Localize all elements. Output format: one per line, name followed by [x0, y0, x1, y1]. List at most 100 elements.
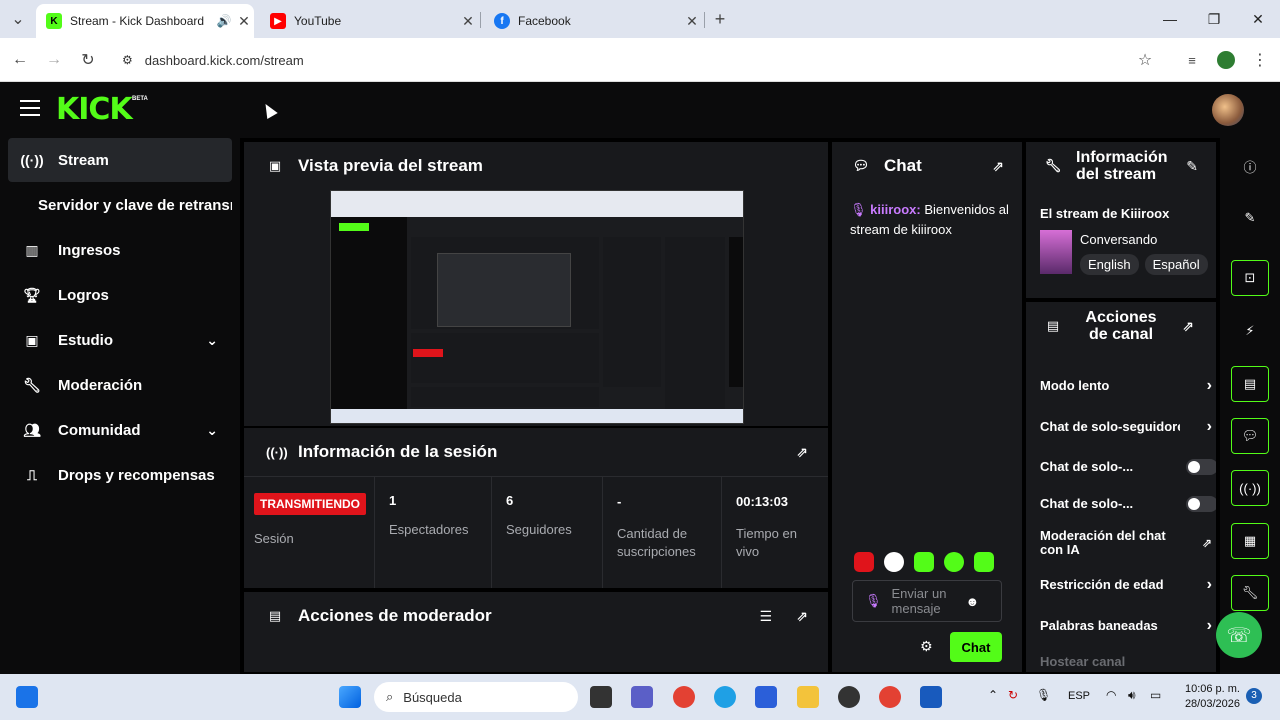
start-icon[interactable] [339, 686, 361, 708]
sidebar-item-comunidad[interactable]: 👥︎ Comunidad ⌄ [8, 408, 232, 452]
kick-logo[interactable]: KICK [56, 92, 133, 127]
wifi-icon[interactable]: ◠ [1106, 688, 1116, 702]
sidebar-item-label: Comunidad [58, 421, 141, 439]
emote-ghost-icon[interactable] [884, 552, 904, 572]
stat-followers: 6 Seguidores [492, 477, 603, 588]
edit-pencil-icon[interactable]: ✎ [1231, 200, 1269, 236]
tab-list-chevron-icon[interactable]: ⌄ [6, 7, 30, 31]
chrome-profile-icon[interactable] [879, 686, 901, 708]
popout-icon[interactable]: ⇗ [1182, 318, 1194, 335]
browser-menu-icon[interactable]: ⋮ [1248, 48, 1272, 72]
sidebar-item-ingresos[interactable]: ▥ Ingresos [8, 228, 232, 272]
sidebar-item-estudio[interactable]: ▣ Estudio ⌄ [8, 318, 232, 362]
store-icon[interactable] [755, 686, 777, 708]
chat-input[interactable]: 🎙︎ Enviar un mensaje ☻ [852, 580, 1002, 622]
tag[interactable]: Español [1144, 254, 1208, 275]
teams-icon[interactable] [631, 686, 653, 708]
site-info-icon[interactable]: ⚙ [122, 53, 133, 67]
slow-mode-row[interactable]: Modo lento › [1040, 377, 1212, 394]
avatar[interactable] [1212, 94, 1244, 126]
community-icon: 👥︎ [23, 421, 41, 438]
speaker-icon[interactable]: 🔊 [214, 14, 234, 28]
popout-icon[interactable]: ⇗ [796, 444, 808, 461]
bookmark-star-icon[interactable]: ☆ [1133, 48, 1157, 72]
emote-cup-icon[interactable] [974, 552, 994, 572]
toggle-switch[interactable] [1186, 458, 1216, 475]
followers-only-row[interactable]: Chat de solo-seguidores › [1040, 418, 1212, 435]
row-label: Chat de solo-... [1040, 459, 1134, 474]
close-window-icon[interactable]: ✕ [1236, 0, 1280, 38]
date-text: 28/03/2026 [1184, 698, 1240, 710]
edge-icon[interactable] [714, 686, 736, 708]
broadcast-icon[interactable]: ((·)) [1231, 470, 1269, 506]
row-label: Restricción de edad [1040, 577, 1164, 592]
close-tab-icon[interactable]: ✕ [234, 13, 254, 30]
task-view-icon[interactable] [590, 686, 612, 708]
chat-send-button[interactable]: Chat [950, 632, 1002, 662]
chat-username[interactable]: kiiiroox: [870, 202, 921, 217]
file-explorer-icon[interactable] [797, 686, 819, 708]
lightning-icon[interactable]: ⚡︎ [1231, 313, 1269, 349]
language-indicator[interactable]: ESP [1068, 690, 1090, 702]
taskbar-search[interactable]: ⌕ Búsqueda [374, 682, 578, 712]
host-channel-row[interactable]: Hostear canal [1040, 654, 1204, 669]
emote-angry-icon[interactable] [854, 552, 874, 572]
sync-icon[interactable]: ↻ [1008, 688, 1018, 702]
tab-facebook[interactable]: f Facebook ✕ [484, 4, 702, 38]
notes-icon[interactable]: ▤ [1231, 366, 1269, 402]
mic-icon[interactable]: 🎙︎ [1036, 688, 1051, 702]
tray-chevron-up-icon[interactable]: ⌃ [988, 688, 998, 702]
minimize-icon[interactable]: — [1148, 0, 1192, 38]
sidebar-item-drops[interactable]: ⎍ Drops y recompensas [8, 453, 232, 497]
tab-kick[interactable]: K Stream - Kick Dashboard 🔊 ✕ [36, 4, 254, 38]
help-chat-icon[interactable]: ☏ [1216, 612, 1262, 658]
new-tab-icon[interactable]: + [708, 7, 732, 31]
popout-icon[interactable]: ⇗ [796, 608, 808, 625]
profile-icon[interactable] [1214, 48, 1238, 72]
tab-title: Facebook [518, 14, 571, 28]
media-control-icon[interactable]: ≡ [1180, 48, 1204, 72]
notification-badge[interactable]: 3 [1246, 688, 1262, 704]
sidebar-item-server-key[interactable]: Servidor y clave de retransmisión [8, 183, 232, 227]
stream-preview-video[interactable] [330, 190, 744, 424]
tag[interactable]: English [1080, 254, 1139, 275]
wrench-icon[interactable]: 🔧︎ [1231, 575, 1269, 611]
emote-green-icon[interactable] [914, 552, 934, 572]
chat-icon[interactable]: 💬︎ [1231, 418, 1269, 454]
app-icon[interactable] [838, 686, 860, 708]
restore-icon[interactable]: ❐ [1192, 0, 1236, 38]
emote-smile-icon[interactable] [944, 552, 964, 572]
menu-icon[interactable] [20, 100, 40, 116]
address-bar: ← → ↻ ⚙ dashboard.kick.com/stream ☆ ≡ ⋮ [0, 38, 1280, 82]
sidebar-item-logros[interactable]: 🏆︎ Logros [8, 273, 232, 317]
layout-icon[interactable]: ▦ [1231, 523, 1269, 559]
reload-icon[interactable]: ↻ [76, 48, 100, 72]
sidebar-item-stream[interactable]: ((·)) Stream [8, 138, 232, 182]
url-field[interactable]: ⚙ dashboard.kick.com/stream [112, 44, 1172, 76]
info-icon[interactable]: ⓘ [1231, 148, 1269, 184]
clock[interactable]: 10:06 p. m. 28/03/2026 [1180, 682, 1240, 712]
emoji-icon[interactable]: ☻ [966, 594, 980, 609]
filter-icon[interactable]: ☰ [759, 608, 772, 625]
forward-icon[interactable]: → [42, 48, 66, 72]
tab-youtube[interactable]: ▶ YouTube ✕ [260, 4, 478, 38]
banned-words-row[interactable]: Palabras baneadas › [1040, 617, 1212, 634]
widgets-icon[interactable] [16, 686, 38, 708]
toggle-switch[interactable] [1186, 495, 1216, 512]
sidebar-item-moderacion[interactable]: 🔧︎ Moderación [8, 363, 232, 407]
volume-icon[interactable]: 🔊︎ [1128, 688, 1136, 703]
panel-header: ((·)) Información de la sesión ⇗ [244, 428, 828, 476]
battery-icon[interactable]: ▭ [1150, 688, 1161, 702]
chat-settings-gear-icon[interactable]: ⚙ [920, 638, 933, 655]
word-icon[interactable] [920, 686, 942, 708]
back-icon[interactable]: ← [8, 48, 32, 72]
panel-title: Información del stream [1076, 149, 1168, 183]
edit-pencil-icon[interactable]: ✎ [1186, 158, 1198, 175]
popout-icon[interactable]: ⇗ [992, 158, 1004, 175]
ai-moderation-row[interactable]: Moderación del chat con IA ⇗ [1040, 529, 1212, 557]
age-restriction-row[interactable]: Restricción de edad › [1040, 576, 1212, 593]
screenshot-icon[interactable]: ⊡ [1231, 260, 1269, 296]
chrome-icon[interactable] [673, 686, 695, 708]
close-tab-icon[interactable]: ✕ [682, 13, 702, 30]
close-tab-icon[interactable]: ✕ [458, 13, 478, 30]
